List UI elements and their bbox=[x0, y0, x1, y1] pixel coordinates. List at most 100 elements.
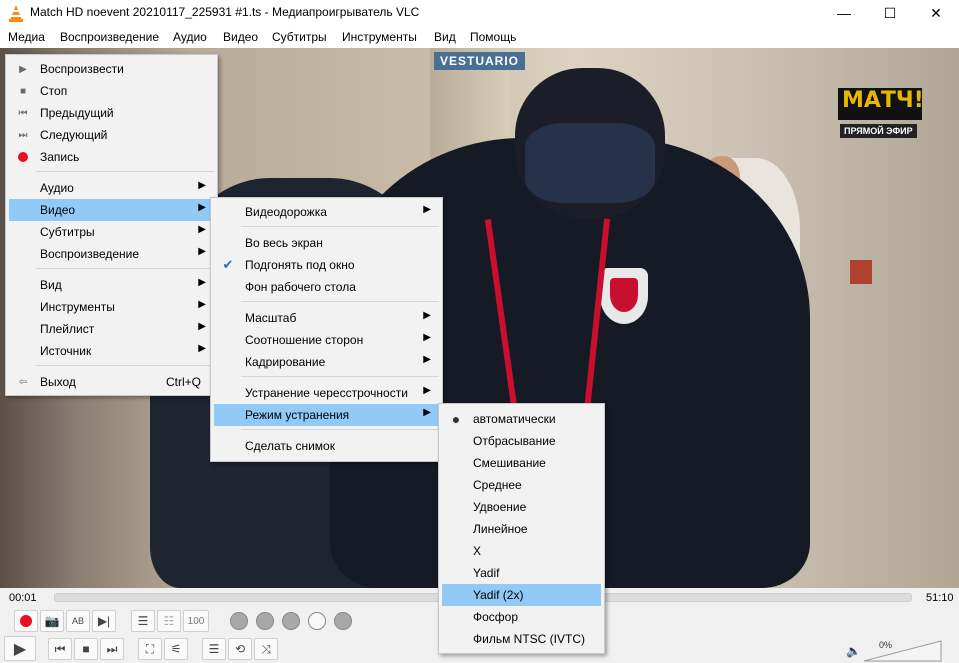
shuffle-button[interactable]: ⤨ bbox=[254, 638, 278, 660]
menu-item-snapshot[interactable]: Сделать снимок bbox=[214, 435, 439, 457]
exit-icon: ⇦ bbox=[18, 376, 28, 388]
submenu-arrow-icon: ▶ bbox=[198, 224, 206, 235]
speaker-icon[interactable]: 🔈 bbox=[846, 644, 861, 658]
effect-button-3[interactable] bbox=[282, 612, 300, 630]
menu-item-tools[interactable]: Инструменты ▶ bbox=[9, 296, 214, 318]
fullscreen-button[interactable]: ⛶ bbox=[138, 638, 162, 660]
menu-playback[interactable]: Воспроизведение bbox=[60, 30, 159, 44]
menu-subtitles[interactable]: Субтитры bbox=[272, 30, 327, 44]
stop-button[interactable]: ■ bbox=[74, 638, 98, 660]
effect-button-4[interactable] bbox=[308, 612, 326, 630]
sliders-icon: ⚟ bbox=[170, 642, 182, 656]
menu-item-source[interactable]: Источник ▶ bbox=[9, 340, 214, 362]
menu-item-deint-ivtc[interactable]: Фильм NTSC (IVTC) bbox=[442, 628, 601, 650]
loop-button[interactable]: ⟲ bbox=[228, 638, 252, 660]
stop-icon: ■ bbox=[82, 642, 90, 656]
menu-tools[interactable]: Инструменты bbox=[342, 30, 417, 44]
menu-separator bbox=[241, 376, 439, 377]
effect-button-5[interactable] bbox=[334, 612, 352, 630]
submenu-arrow-icon: ▶ bbox=[198, 180, 206, 191]
menu-item-deint-yadif-2x[interactable]: Yadif (2x) bbox=[442, 584, 601, 606]
menu-item-deint-auto[interactable]: ● автоматически bbox=[442, 408, 601, 430]
menu-item-wallpaper[interactable]: Фон рабочего стола bbox=[214, 276, 439, 298]
menu-item-deint-bob[interactable]: Удвоение bbox=[442, 496, 601, 518]
menu-item-fit-window[interactable]: ✔ Подгонять под окно bbox=[214, 254, 439, 276]
channel-logo-text: МАТЧ! bbox=[842, 88, 924, 113]
vestuario-sign: VESTUARIO bbox=[434, 52, 526, 70]
menu-item-view[interactable]: Вид ▶ bbox=[9, 274, 214, 296]
maximize-button[interactable]: ☐ bbox=[867, 0, 913, 26]
snapshot-button[interactable]: 📷 bbox=[40, 610, 64, 632]
menu-media[interactable]: Медиа bbox=[8, 30, 45, 44]
menu-item-deinterlace[interactable]: Устранение чересстрочности ▶ bbox=[214, 382, 439, 404]
menu-item-deinterlace-mode[interactable]: Режим устранения ▶ bbox=[214, 404, 439, 426]
elapsed-time: 00:01 bbox=[9, 592, 37, 604]
next-icon: ⏭ bbox=[18, 129, 28, 141]
menu-item-deint-phosphor[interactable]: Фосфор bbox=[442, 606, 601, 628]
submenu-arrow-icon: ▶ bbox=[423, 407, 431, 418]
loop-icon: ⟲ bbox=[234, 642, 246, 656]
ab-loop-icon: AB bbox=[71, 616, 84, 626]
minimize-button[interactable]: — bbox=[821, 0, 867, 26]
menu-item-deint-blend[interactable]: Смешивание bbox=[442, 452, 601, 474]
menu-item-aspect-ratio[interactable]: Соотношение сторон ▶ bbox=[214, 329, 439, 351]
menu-item-deint-linear[interactable]: Линейное bbox=[442, 518, 601, 540]
menu-item-stop[interactable]: ■ Стоп bbox=[9, 80, 214, 102]
menu-separator bbox=[36, 365, 214, 366]
menu-item-audio[interactable]: Аудио ▶ bbox=[9, 177, 214, 199]
speed-field[interactable]: 100 bbox=[183, 610, 209, 632]
record-icon bbox=[15, 149, 31, 165]
menu-video[interactable]: Видео bbox=[223, 30, 258, 44]
camera-icon: 📷 bbox=[44, 614, 60, 628]
menu-item-crop[interactable]: Кадрирование ▶ bbox=[214, 351, 439, 373]
menu-item-playlist[interactable]: Плейлист ▶ bbox=[9, 318, 214, 340]
loop-ab-button[interactable]: AB bbox=[66, 610, 90, 632]
next-button[interactable]: ⏭ bbox=[100, 638, 124, 660]
menu-item-next[interactable]: ⏭ Следующий bbox=[9, 124, 214, 146]
extended-settings-button-2[interactable]: ⚟ bbox=[164, 638, 188, 660]
playlist-button[interactable]: ☰ bbox=[202, 638, 226, 660]
face-mask bbox=[525, 123, 655, 203]
menu-separator bbox=[241, 226, 439, 227]
previous-button[interactable]: ⏮ bbox=[48, 638, 72, 660]
shuffle-icon: ⤨ bbox=[261, 641, 271, 656]
submenu-arrow-icon: ▶ bbox=[423, 354, 431, 365]
menu-item-deint-x[interactable]: X bbox=[442, 540, 601, 562]
menu-item-deint-discard[interactable]: Отбрасывание bbox=[442, 430, 601, 452]
play-button[interactable]: ▶ bbox=[4, 636, 36, 661]
record-button[interactable] bbox=[14, 610, 38, 632]
total-time: 51:10 bbox=[926, 592, 954, 604]
title-bar: Match HD noevent 20210117_225931 #1.ts -… bbox=[0, 0, 959, 26]
menu-view[interactable]: Вид bbox=[434, 30, 456, 44]
menu-item-video-track[interactable]: Видеодорожка ▶ bbox=[214, 201, 439, 223]
next-icon: ⏭ bbox=[106, 641, 118, 656]
stop-icon: ■ bbox=[19, 85, 27, 97]
submenu-arrow-icon: ▶ bbox=[198, 246, 206, 257]
menu-separator bbox=[36, 268, 214, 269]
record-icon bbox=[20, 615, 32, 627]
extended-settings-button[interactable]: ☷ bbox=[157, 610, 181, 632]
effect-button-1[interactable] bbox=[230, 612, 248, 630]
effect-button-2[interactable] bbox=[256, 612, 274, 630]
exit-shortcut: Ctrl+Q bbox=[165, 375, 201, 389]
menu-item-exit[interactable]: ⇦ Выход Ctrl+Q bbox=[9, 371, 214, 393]
menu-audio[interactable]: Аудио bbox=[173, 30, 207, 44]
menu-item-playback[interactable]: Воспроизведение ▶ bbox=[9, 243, 214, 265]
submenu-arrow-icon: ▶ bbox=[423, 310, 431, 321]
menu-help[interactable]: Помощь bbox=[470, 30, 516, 44]
menu-item-deint-mean[interactable]: Среднее bbox=[442, 474, 601, 496]
menu-item-zoom[interactable]: Масштаб ▶ bbox=[214, 307, 439, 329]
submenu-arrow-icon: ▶ bbox=[198, 202, 206, 213]
menu-item-record[interactable]: Запись bbox=[9, 146, 214, 168]
close-button[interactable]: ✕ bbox=[913, 0, 959, 26]
menu-item-fullscreen[interactable]: Во весь экран bbox=[214, 232, 439, 254]
menu-item-previous[interactable]: ⏮ Предыдущий bbox=[9, 102, 214, 124]
playlist-toggle-button[interactable]: ☰ bbox=[131, 610, 155, 632]
menu-item-play[interactable]: ▶ Воспроизвести bbox=[9, 58, 214, 80]
menu-item-deint-yadif[interactable]: Yadif bbox=[442, 562, 601, 584]
menu-item-subtitles[interactable]: Субтитры ▶ bbox=[9, 221, 214, 243]
frame-step-button[interactable]: ▶| bbox=[92, 610, 116, 632]
volume-slider[interactable] bbox=[864, 640, 942, 662]
menu-item-video[interactable]: Видео ▶ bbox=[9, 199, 214, 221]
radio-dot-icon: ● bbox=[451, 411, 461, 427]
